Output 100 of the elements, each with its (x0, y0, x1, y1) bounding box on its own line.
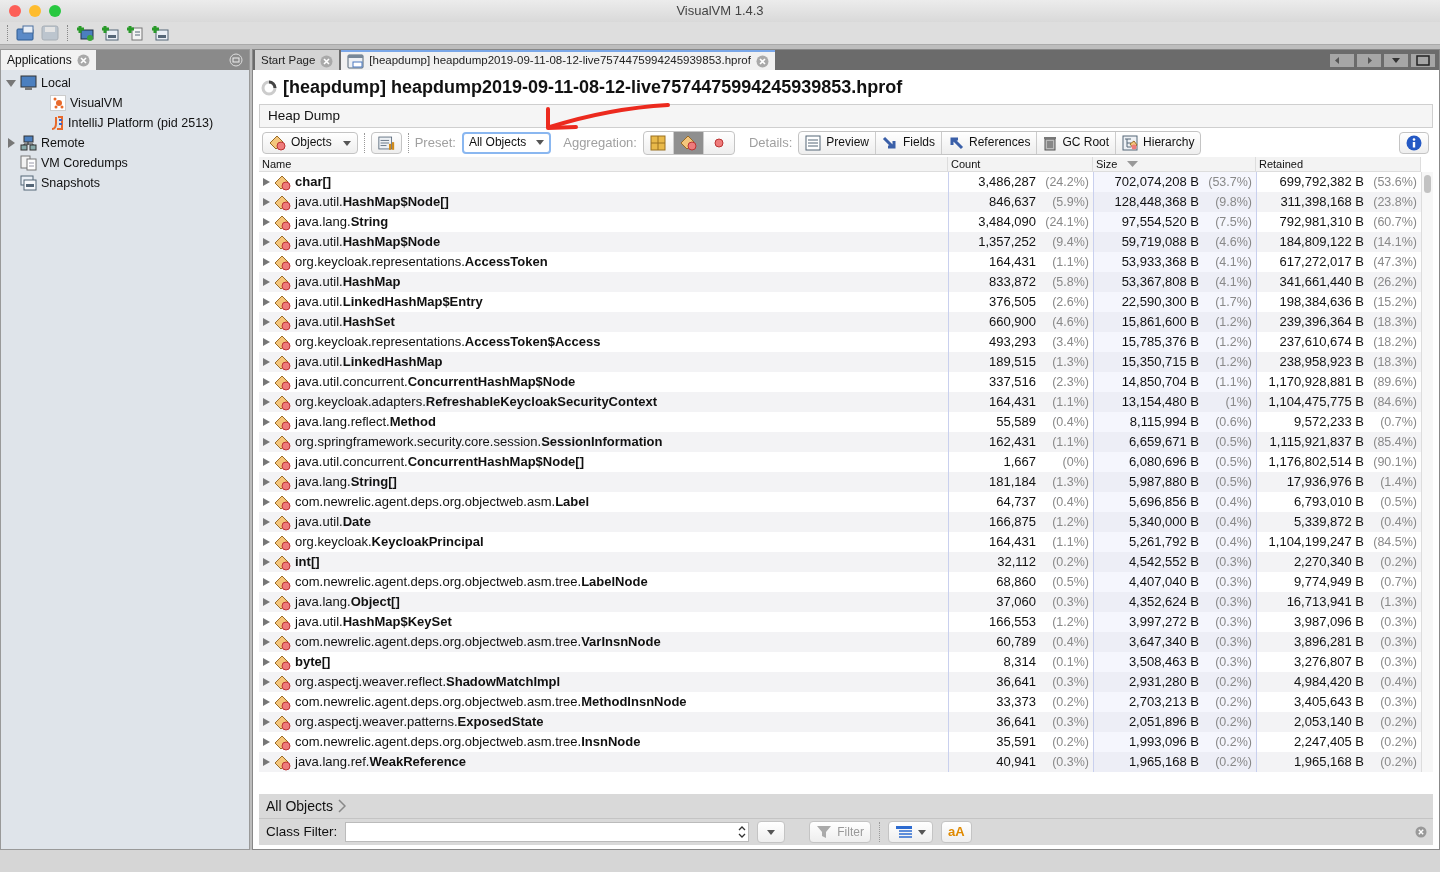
retained-value: 2,270,340 B (1293, 554, 1364, 569)
history-dropdown[interactable] (757, 821, 786, 843)
size-value: 53,933,368 B (1121, 254, 1199, 269)
retained-percent: (1.4%) (1380, 474, 1417, 489)
scroll-left-button[interactable] (1330, 53, 1354, 67)
count-value: 846,637 (989, 194, 1036, 209)
count-percent: (24.1%) (1045, 214, 1089, 229)
size-value: 128,448,368 B (1114, 194, 1199, 209)
filter-mode-dropdown[interactable] (887, 821, 933, 843)
count-percent: (0.2%) (1052, 694, 1089, 709)
expand-toggle-icon[interactable] (6, 78, 16, 88)
window-title: VisualVM 1.4.3 (676, 3, 764, 19)
size-percent: (0.5%) (1215, 455, 1252, 469)
close-icon[interactable] (755, 54, 769, 68)
report-button[interactable] (370, 131, 402, 154)
info-button[interactable] (1399, 131, 1429, 154)
details-button[interactable]: GC Root (1037, 131, 1117, 154)
details-button[interactable]: Preview (799, 131, 876, 154)
retained-percent: (18.3%) (1373, 314, 1417, 329)
preset-dropdown[interactable]: All Objects (461, 131, 552, 154)
size-percent: (0.4%) (1215, 515, 1252, 529)
class-name: com.newrelic.agent.deps.org.objectweb.asm.tree.InsnNode (295, 734, 641, 750)
retained-percent: (23.8%) (1373, 194, 1417, 209)
view-dropdown[interactable]: Objects (262, 131, 358, 154)
column-header[interactable]: Name (259, 157, 948, 172)
size-percent: (4.1%) (1215, 255, 1252, 269)
retained-value: 9,572,233 B (1293, 414, 1364, 429)
document-tab[interactable]: [heapdump] heapdump2019-09-11-08-12-live7574475994245939853.hprof (341, 50, 775, 70)
tree-item[interactable]: Local (41, 75, 71, 91)
tree-item[interactable]: Remote (41, 135, 85, 151)
size-value: 2,051,896 B (1128, 714, 1199, 729)
column-header[interactable]: Size (1093, 157, 1256, 172)
add-window-icon[interactable] (101, 25, 119, 41)
size-percent: (0.2%) (1215, 755, 1252, 769)
document-tab[interactable]: Start Page (255, 50, 340, 70)
scrollbar-thumb[interactable] (1424, 175, 1431, 193)
class-filter-field[interactable] (345, 822, 750, 842)
class-name: java.util.HashMap (295, 274, 401, 290)
count-percent: (0.4%) (1052, 414, 1089, 429)
size-percent: (0.2%) (1215, 695, 1252, 709)
add-monitor-icon[interactable] (76, 25, 94, 41)
minimize-icon[interactable] (229, 53, 243, 67)
add-window-icon[interactable] (151, 25, 169, 41)
count-percent: (1.3%) (1052, 474, 1089, 489)
count-value: 40,941 (996, 754, 1036, 769)
caret-icon (536, 140, 545, 145)
expand-toggle-icon[interactable] (6, 138, 16, 148)
retained-value: 239,396,364 B (1279, 314, 1364, 329)
count-value: 55,589 (996, 414, 1036, 429)
size-value: 15,785,376 B (1121, 334, 1199, 349)
tree-item[interactable]: IntelliJ Platform (pid 2513) (68, 115, 214, 131)
count-percent: (0.2%) (1052, 734, 1089, 749)
size-percent: (0.4%) (1215, 535, 1252, 549)
stepper-icon[interactable] (738, 825, 747, 839)
count-value: 36,641 (996, 674, 1036, 689)
size-value: 22,590,300 B (1121, 294, 1199, 309)
tree-item[interactable]: VisualVM (70, 95, 123, 111)
retained-value: 699,792,382 B (1279, 174, 1364, 189)
count-value: 166,875 (989, 514, 1036, 529)
column-title: Size (1096, 157, 1118, 172)
size-percent: (0.3%) (1215, 575, 1252, 589)
scrollbar[interactable] (1421, 172, 1433, 772)
size-value: 15,350,715 B (1121, 354, 1199, 369)
add-document-icon[interactable] (126, 25, 144, 41)
funnel-icon (816, 825, 833, 839)
info-icon (1406, 134, 1422, 151)
count-percent: (1.1%) (1052, 254, 1089, 269)
retained-value: 238,958,923 B (1279, 354, 1364, 369)
count-value: 1,357,252 (978, 234, 1036, 249)
details-button[interactable]: Fields (876, 131, 943, 154)
clear-icon[interactable] (1415, 826, 1427, 838)
tree-item[interactable]: VM Coredumps (41, 155, 128, 171)
retained-percent: (90.1%) (1373, 454, 1417, 469)
folder-icon[interactable] (16, 25, 34, 41)
tab-list-button[interactable] (1384, 53, 1408, 67)
panel-tab[interactable]: Applications (1, 50, 96, 70)
scroll-right-button[interactable] (1357, 53, 1381, 67)
class-name: org.springframework.security.core.session.SessionInformation (295, 434, 663, 450)
close-icon[interactable] (320, 54, 334, 68)
tree-item[interactable]: Snapshots (41, 175, 101, 191)
count-value: 164,431 (989, 534, 1036, 549)
size-percent: (0.5%) (1215, 475, 1252, 489)
breadcrumb-item[interactable]: All Objects (266, 797, 333, 815)
details-button[interactable]: References (942, 131, 1038, 154)
close-window-button[interactable] (9, 5, 21, 17)
column-title: Name (262, 157, 292, 172)
size-percent: (1%) (1225, 395, 1252, 409)
retained-percent: (47.3%) (1373, 254, 1417, 269)
maximize-button[interactable] (1411, 53, 1435, 67)
size-percent: (0.3%) (1215, 655, 1252, 669)
column-header[interactable]: Count (948, 157, 1093, 172)
count-percent: (1.1%) (1052, 434, 1089, 449)
retained-value: 2,053,140 B (1293, 714, 1364, 729)
close-icon[interactable] (76, 53, 90, 67)
class-name: java.util.Date (295, 514, 371, 530)
aggregation-toggle[interactable] (673, 131, 704, 154)
column-header[interactable]: Retained (1256, 157, 1421, 172)
class-name: java.lang.Object[] (295, 594, 400, 610)
retained-percent: (0.7%) (1380, 574, 1417, 589)
details-button[interactable]: Hierarchy (1116, 131, 1201, 154)
